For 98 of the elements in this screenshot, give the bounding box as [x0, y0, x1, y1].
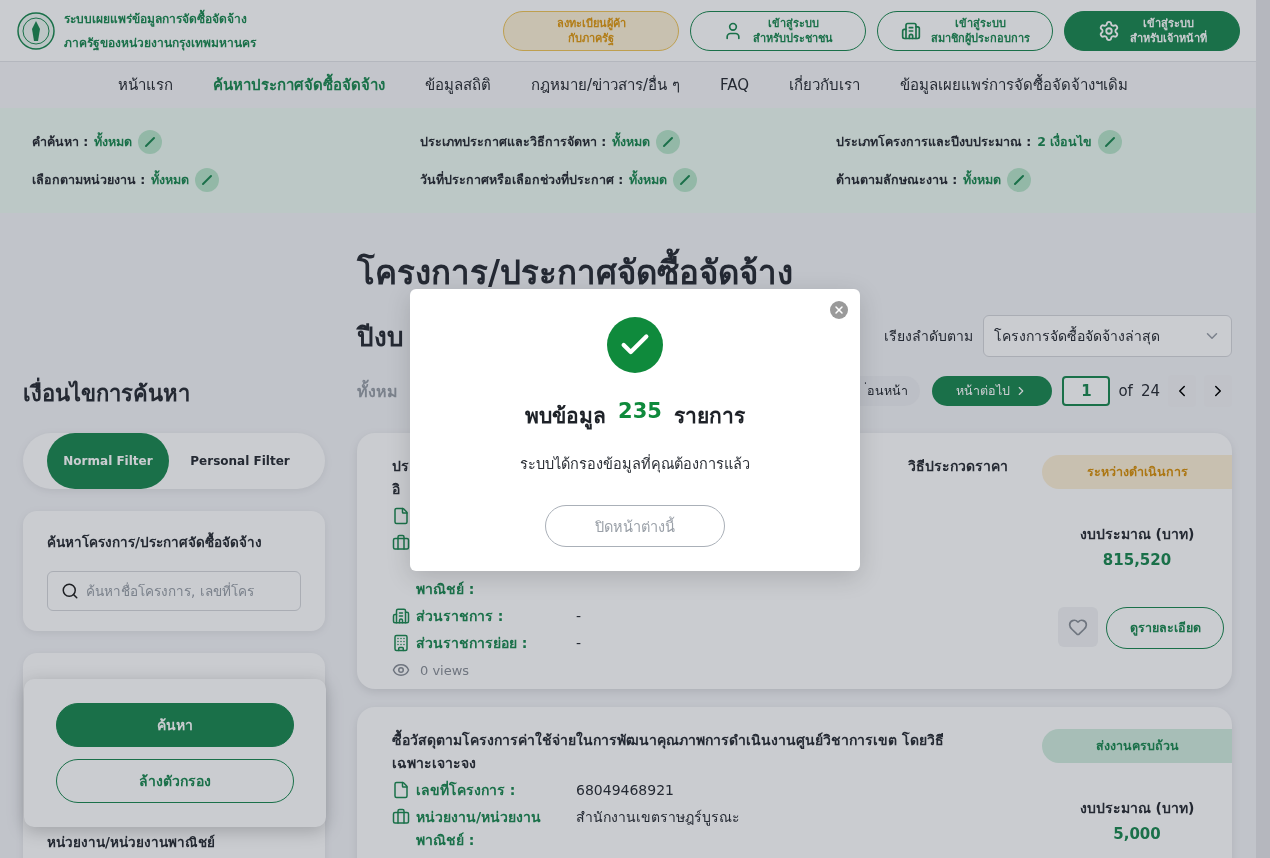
building-icon: [900, 20, 921, 41]
project-title: วิธีประกวดราคา: [908, 457, 1008, 476]
budget-value: 5,000: [1113, 825, 1161, 843]
status-badge: ส่งงานครบถ้วน: [1042, 729, 1232, 763]
field-label: เลขที่โครงการ :: [416, 779, 517, 800]
filter-value: ทั้งหมด: [151, 169, 190, 189]
search-icon: [61, 582, 79, 600]
filter-mode-tab[interactable]: Personal Filter: [179, 433, 301, 489]
nav-link[interactable]: FAQ: [719, 76, 749, 94]
filter-label: ด้านตามลักษณะงาน :: [836, 170, 958, 189]
close-icon: [833, 304, 845, 316]
filter-label: คำค้นหา :: [32, 132, 89, 151]
login-button[interactable]: เข้าสู่ระบบ สำหรับประชาชน: [690, 10, 866, 51]
filter-label: เลือกตามหน่วยงาน :: [32, 170, 146, 189]
person-icon: [723, 20, 743, 41]
document-icon: [392, 507, 410, 525]
filter-value: ทั้งหมด: [629, 169, 668, 189]
nav-link[interactable]: ข้อมูลเผยแพร่การจัดซื้อจัดจ้างฯเดิม: [899, 73, 1128, 97]
login-button[interactable]: ลงทะเบียนผู้ค้า กับภาครัฐ: [503, 10, 679, 51]
search-field[interactable]: ค้นหาชื่อโครงการ, เลขที่โคร: [47, 571, 301, 611]
dialog-title: รายการ: [673, 403, 745, 430]
field-label: ส่วนราชการย่อย :: [416, 634, 529, 653]
page-field[interactable]: 1: [1062, 376, 1111, 406]
details-button[interactable]: ดูรายละเอียด: [1106, 607, 1224, 649]
clear-button[interactable]: ล้างตัวกรอง: [56, 759, 294, 803]
result-count: ทั้งหม: [357, 378, 398, 403]
field-value: 68049468921: [576, 781, 674, 800]
nav-link[interactable]: ข้อมูลสถิติ: [425, 73, 491, 97]
eye-icon: [392, 661, 410, 679]
field-label: พาณิชย์ :: [416, 831, 476, 850]
site-title: ภาครัฐของหน่วยงานกรุงเทพมหานคร: [64, 34, 256, 53]
result-number: 235: [618, 399, 662, 425]
project-title: ปร: [392, 457, 409, 476]
login-button[interactable]: เข้าสู่ระบบ สำหรับเจ้าหน้าที่: [1064, 10, 1240, 51]
nav-link[interactable]: กฎหมาย/ข่าวสาร/อื่น ๆ: [531, 73, 680, 97]
filter-label: ประเภทโครงการและปีงบประมาณ :: [836, 132, 1032, 151]
briefcase-icon: [392, 534, 410, 552]
sort-select[interactable]: โครงการจัดซื้อจัดจ้างล่าสุด: [983, 315, 1232, 357]
dialog-title: พบข้อมูล: [525, 403, 607, 432]
card-title: หน่วยงาน/หน่วยงานพาณิชย์: [47, 833, 216, 852]
year-heading: ปีงบ: [357, 320, 404, 354]
status-badge: ระหว่างดำเนินการ: [1042, 455, 1232, 489]
field-value: สำนักงานเขตราษฎร์บูรณะ: [576, 808, 740, 828]
document-icon: [392, 781, 410, 799]
field-value: -: [576, 607, 582, 626]
edit-button[interactable]: [1098, 129, 1123, 154]
search-button[interactable]: ค้นหา: [56, 703, 294, 747]
project-title: อิ: [392, 480, 400, 499]
office-icon: [392, 634, 410, 652]
field-value: -: [576, 634, 582, 653]
filter-mode-tab[interactable]: Normal Filter: [47, 433, 169, 489]
close-button[interactable]: [830, 301, 848, 319]
pencil-icon: [662, 135, 675, 148]
filter-value: ทั้งหมด: [963, 169, 1002, 189]
nav-link[interactable]: ค้นหาประกาศจัดซื้อจัดจ้าง: [213, 73, 385, 97]
pencil-icon: [679, 173, 692, 186]
filter-label: ประเภทประกาศและวิธีการจัดหา :: [420, 132, 607, 151]
page-total: 24: [1140, 382, 1160, 400]
filter-value: ทั้งหมด: [612, 131, 651, 151]
login-button[interactable]: เข้าสู่ระบบ สมาชิกผู้ประกอบการ: [877, 10, 1053, 51]
view-count: 0 views: [420, 662, 470, 678]
nav-link[interactable]: เกี่ยวกับเรา: [788, 73, 860, 97]
pencil-icon: [201, 173, 214, 186]
sidebar-title: เงื่อนไขการค้นหา: [23, 376, 325, 411]
edit-button[interactable]: [673, 167, 698, 192]
filter-value: ทั้งหมด: [94, 131, 133, 151]
success-icon: [607, 317, 663, 373]
gear-icon: [1097, 19, 1120, 42]
field-label: ส่วนราชการ :: [416, 607, 505, 626]
briefcase-icon: [392, 808, 410, 826]
project-title: เฉพาะเจาะจง: [392, 754, 476, 773]
heart-icon: [1068, 617, 1088, 637]
edit-button[interactable]: [195, 167, 220, 192]
building-icon: [392, 607, 410, 625]
emblem-logo: [16, 10, 56, 51]
sort-label: เรียงลำดับตาม: [884, 327, 973, 346]
field-label: หน่วยงาน/หน่วยงาน: [416, 808, 543, 827]
page-of-label: of: [1118, 382, 1133, 400]
pencil-icon: [1013, 173, 1026, 186]
favorite-button[interactable]: [1058, 607, 1098, 647]
edit-button[interactable]: [138, 129, 163, 154]
edit-button[interactable]: [1007, 167, 1032, 192]
budget-label: งบประมาณ (บาท): [1079, 799, 1195, 818]
project-title: ซื้อวัสดุตามโครงการค่าใช้จ่ายในการพัฒนาคุณภาพการดำเนินงานศูนย์วิชาการเขต โดยวิธี: [392, 729, 944, 752]
card-title: ค้นหาโครงการ/ประกาศจัดซื้อจัดจ้าง: [47, 531, 263, 552]
site-title: ระบบเผยแพร่ข้อมูลการจัดซื้อจัดจ้าง: [64, 8, 248, 29]
close-dialog-button[interactable]: ปิดหน้าต่างนี้: [545, 505, 725, 547]
pencil-icon: [1104, 135, 1117, 148]
dialog-message: ระบบได้กรองข้อมูลที่คุณต้องการแล้ว: [520, 453, 750, 475]
filter-value: 2 เงื่อนไข: [1037, 132, 1093, 151]
budget-value: 815,520: [1102, 551, 1172, 569]
edit-button[interactable]: [656, 129, 681, 154]
budget-label: งบประมาณ (บาท): [1079, 525, 1195, 544]
nav-link[interactable]: หน้าแรก: [118, 73, 173, 97]
filter-label: วันที่ประกาศหรือเลือกช่วงที่ประกาศ :: [420, 170, 624, 189]
field-label: พาณิชย์ :: [416, 580, 476, 599]
pencil-icon: [144, 135, 157, 148]
next-button[interactable]: หน้าต่อไป: [932, 376, 1053, 406]
